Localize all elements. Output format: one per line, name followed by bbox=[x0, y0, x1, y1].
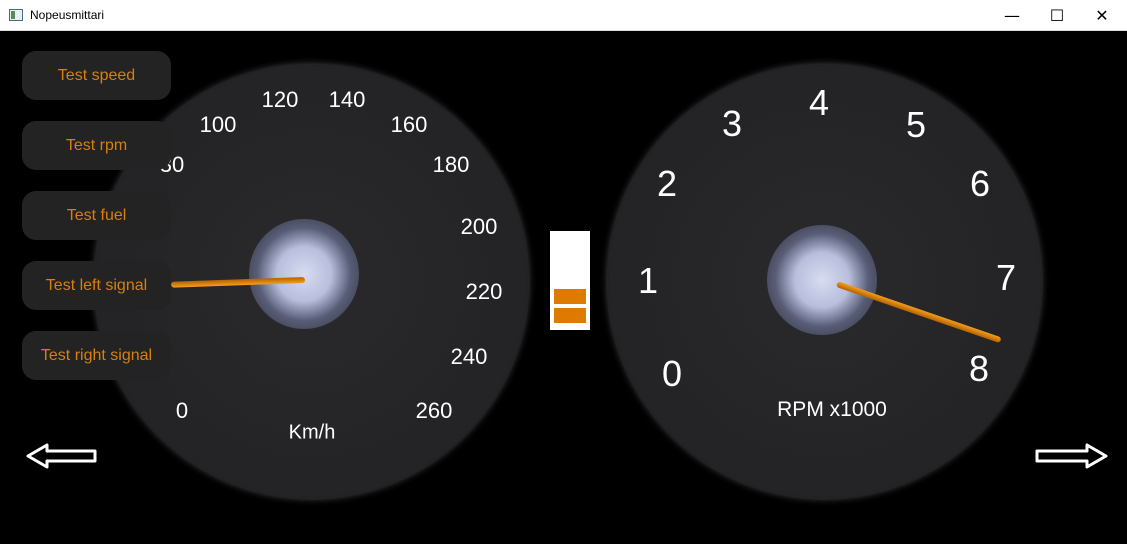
title-bar: Nopeusmittari — ☐ ✕ bbox=[0, 0, 1127, 31]
dashboard: 0 30 100 120 140 160 180 200 220 240 260 Km/h 0123… bbox=[1, 31, 1126, 543]
tachometer-tick-label: 6 bbox=[969, 163, 991, 204]
speedometer-tick-label: 140 bbox=[328, 87, 366, 112]
tachometer-tick-label: 0 bbox=[661, 353, 683, 394]
speedometer-tick-label: 120 bbox=[261, 87, 299, 112]
speedometer-tick-label: 240 bbox=[450, 344, 488, 369]
speedometer-tick-label: 220 bbox=[465, 279, 503, 304]
maximize-button[interactable]: ☐ bbox=[1034, 0, 1080, 31]
tachometer-tick-label: 7 bbox=[995, 257, 1017, 298]
speedometer-tick-label: 180 bbox=[432, 152, 470, 177]
test-speed-button[interactable]: Test speed bbox=[22, 51, 171, 100]
fuel-gauge bbox=[550, 231, 590, 330]
speedometer-unit: Km/h bbox=[288, 421, 336, 444]
tachometer-tick-label: 4 bbox=[808, 82, 830, 123]
window-title: Nopeusmittari bbox=[30, 8, 105, 22]
tachometer-tick-label: 5 bbox=[905, 104, 927, 145]
tachometer-tick-label: 8 bbox=[968, 348, 990, 389]
app-icon bbox=[9, 9, 23, 21]
fuel-bar bbox=[554, 308, 586, 323]
speedometer-hub-glow bbox=[249, 219, 359, 329]
test-fuel-button[interactable]: Test fuel bbox=[22, 191, 171, 240]
right-arrow-icon bbox=[1035, 443, 1108, 469]
tachometer-hub-glow bbox=[767, 225, 877, 335]
fuel-bar bbox=[554, 289, 586, 304]
minimize-button[interactable]: — bbox=[989, 0, 1035, 31]
close-button[interactable]: ✕ bbox=[1079, 0, 1125, 31]
test-rpm-button[interactable]: Test rpm bbox=[22, 121, 171, 170]
left-arrow-icon bbox=[26, 443, 97, 469]
tachometer-tick-label: 3 bbox=[721, 103, 743, 144]
tachometer-tick-label: 1 bbox=[637, 260, 659, 301]
speedometer-tick-label: 260 bbox=[415, 398, 453, 423]
tachometer-tick-label: 2 bbox=[656, 163, 678, 204]
tachometer-unit: RPM x1000 bbox=[777, 398, 887, 421]
speedometer-tick-label: 100 bbox=[199, 112, 237, 137]
speedometer-tick-label: 0 bbox=[175, 398, 189, 423]
test-right-signal-button[interactable]: Test right signal bbox=[22, 331, 171, 380]
speedometer-tick-label: 160 bbox=[390, 112, 428, 137]
test-left-signal-button[interactable]: Test left signal bbox=[22, 261, 171, 310]
speedometer-tick-label: 200 bbox=[460, 214, 498, 239]
